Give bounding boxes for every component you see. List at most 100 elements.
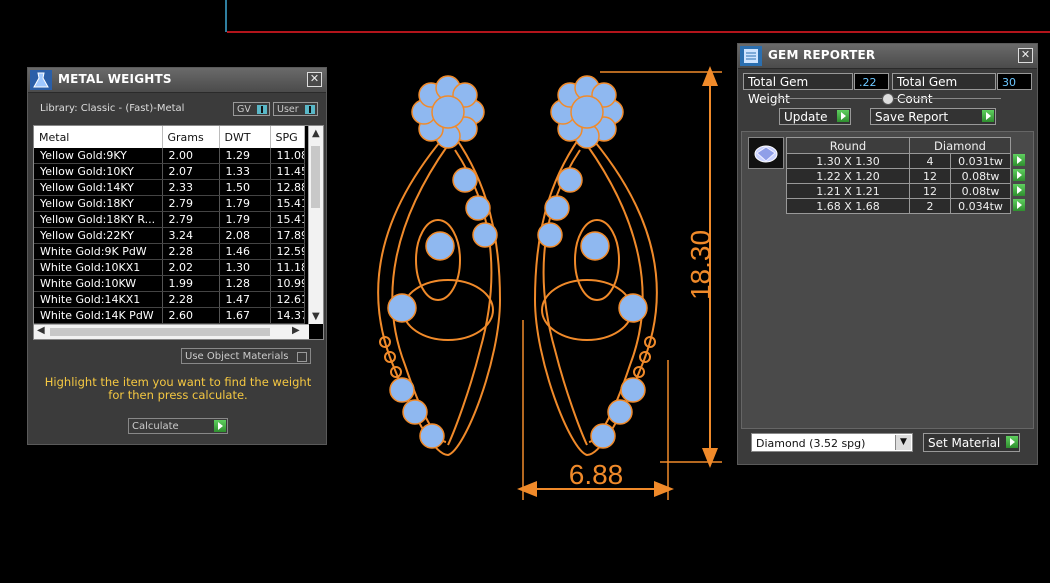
- calculate-button[interactable]: Calculate: [128, 418, 228, 434]
- scrollbar-thumb[interactable]: [50, 328, 270, 336]
- play-arrow-icon[interactable]: [1013, 198, 1026, 211]
- spg-cell: 15.41: [270, 211, 305, 228]
- scroll-down-icon[interactable]: ▼: [312, 311, 320, 323]
- table-row[interactable]: Yellow Gold:22KY3.242.0817.89: [34, 227, 305, 244]
- gv-toggle[interactable]: GV: [233, 102, 270, 116]
- set-material-button[interactable]: Set Material: [923, 433, 1020, 452]
- height-dimension-label: 18.30: [685, 230, 716, 300]
- flask-icon: [30, 70, 52, 90]
- dwt-cell: 1.79: [219, 211, 271, 228]
- gem-stone: [620, 377, 646, 403]
- table-row[interactable]: Yellow Gold:18KY2.791.7915.41: [34, 195, 305, 212]
- play-arrow-icon[interactable]: [1013, 153, 1025, 166]
- gem-row-action[interactable]: [1011, 168, 1028, 184]
- total-gem-weight-value: .22: [854, 73, 889, 90]
- play-arrow-icon[interactable]: [837, 110, 849, 122]
- material-select[interactable]: Diamond (3.52 spg) ▼: [751, 433, 913, 452]
- grams-cell: 2.07: [162, 163, 220, 180]
- gem-table: Round Diamond 1.30 X 1.30 4 0.031tw 1.22 X …: [786, 137, 1028, 214]
- dwt-cell: 1.79: [219, 195, 271, 212]
- total-gem-count-label: Total Gem Count: [892, 73, 996, 106]
- play-arrow-icon[interactable]: [1006, 436, 1018, 448]
- gem-reporter-titlebar[interactable]: GEM REPORTER ✕: [738, 44, 1037, 69]
- table-row[interactable]: White Gold:10KX12.021.3011.18: [34, 259, 305, 276]
- viewport-guide-vertical: [225, 0, 227, 32]
- table-row[interactable]: Yellow Gold:9KY2.001.2911.08: [34, 148, 305, 164]
- column-header-grams[interactable]: Grams: [162, 126, 220, 148]
- spg-cell: 15.41: [270, 195, 305, 212]
- gem-stone: [557, 167, 583, 193]
- set-material-label: Set Material: [928, 436, 1001, 450]
- spg-cell: 14.37: [270, 307, 305, 324]
- table-row[interactable]: Yellow Gold:18KY R...2.791.7915.41: [34, 211, 305, 228]
- table-row[interactable]: Yellow Gold:14KY2.331.5012.88: [34, 179, 305, 196]
- toggle-switch-icon: [305, 105, 315, 114]
- gem-stone: [570, 95, 604, 129]
- gem-row-action[interactable]: [1011, 153, 1028, 169]
- library-label: Library: Classic - (Fast)-Metal: [40, 103, 185, 114]
- calculate-label: Calculate: [132, 421, 179, 432]
- play-arrow-icon[interactable]: [214, 420, 226, 432]
- gem-stone: [425, 231, 455, 261]
- column-header-dwt[interactable]: DWT: [219, 126, 271, 148]
- dwt-cell: 1.33: [219, 163, 271, 180]
- chevron-down-icon[interactable]: ▼: [895, 435, 911, 450]
- scroll-up-icon[interactable]: ▲: [312, 128, 320, 140]
- play-arrow-icon[interactable]: [1013, 168, 1025, 181]
- dwt-cell: 2.08: [219, 227, 271, 244]
- vertical-scrollbar[interactable]: ▲ ▼: [308, 126, 323, 324]
- metal-table[interactable]: Metal Grams DWT SPG Yellow Gold:9KY 2.00 1…: [33, 125, 324, 340]
- dwt-cell: 1.28: [219, 275, 271, 292]
- gem-row[interactable]: 1.22 X 1.20 12 0.08tw: [786, 168, 1028, 184]
- close-icon[interactable]: ✕: [307, 72, 322, 87]
- gem-row-action[interactable]: [1011, 198, 1028, 214]
- metal-weights-panel: METAL WEIGHTS ✕ Library: Classic - (Fast…: [27, 67, 327, 445]
- gem-stone: [431, 95, 465, 129]
- gem-row-action[interactable]: [1011, 183, 1028, 199]
- gem-row[interactable]: 1.68 X 1.68 2 0.034tw: [786, 198, 1028, 214]
- table-row[interactable]: White Gold:10KW1.991.2810.99: [34, 275, 305, 292]
- metal-cell: Yellow Gold:18KY R...: [34, 211, 163, 228]
- material-select-value: Diamond (3.52 spg): [756, 437, 866, 450]
- play-arrow-icon[interactable]: [1013, 183, 1025, 196]
- spg-cell: 11.18: [270, 259, 305, 276]
- gem-stone: [544, 195, 570, 221]
- gem-row[interactable]: 1.30 X 1.30 4 0.031tw: [786, 153, 1028, 169]
- scrollbar-thumb[interactable]: [311, 146, 320, 208]
- scroll-left-icon[interactable]: ◀: [37, 325, 45, 337]
- play-arrow-icon[interactable]: [982, 110, 994, 122]
- gem-stone: [452, 167, 478, 193]
- spg-cell: 17.89: [270, 227, 305, 244]
- column-header-metal[interactable]: Metal: [34, 126, 163, 148]
- gem-stone: [618, 293, 648, 323]
- table-row[interactable]: White Gold:9K PdW2.281.4612.59: [34, 243, 305, 260]
- gem-weight-cell: 0.034tw: [950, 198, 1011, 214]
- spg-cell: 10.99: [270, 275, 305, 292]
- gem-count-cell: 2: [908, 198, 952, 214]
- grams-cell: 3.24: [162, 227, 220, 244]
- column-header-spg[interactable]: SPG: [270, 126, 305, 148]
- user-toggle[interactable]: User: [273, 102, 318, 116]
- scroll-right-icon[interactable]: ▶: [292, 325, 300, 337]
- round-diamond-icon[interactable]: [748, 137, 784, 169]
- gem-stone: [472, 222, 498, 248]
- collapse-handle-icon[interactable]: [882, 93, 894, 105]
- gem-row[interactable]: 1.21 X 1.21 12 0.08tw: [786, 183, 1028, 199]
- earring-outlines: [377, 75, 658, 457]
- gem-size-cell: 1.22 X 1.20: [786, 168, 910, 184]
- metal-weights-title: METAL WEIGHTS: [58, 72, 172, 86]
- close-icon[interactable]: ✕: [1018, 48, 1033, 63]
- checkbox-icon[interactable]: [297, 352, 307, 362]
- spg-cell: 12.88: [270, 179, 305, 196]
- table-row[interactable]: Yellow Gold:10KY2.071.3311.45: [34, 163, 305, 180]
- use-object-materials-checkbox[interactable]: Use Object Materials: [181, 348, 311, 364]
- gv-toggle-label: GV: [237, 104, 251, 115]
- dwt-cell: 1.47: [219, 291, 271, 308]
- save-report-button[interactable]: Save Report: [870, 108, 996, 125]
- gem-list-area: Round Diamond 1.30 X 1.30 4 0.031tw 1.22 X …: [741, 131, 1034, 429]
- table-row[interactable]: White Gold:14K PdW2.601.6714.37: [34, 307, 305, 324]
- update-button[interactable]: Update: [779, 108, 851, 125]
- horizontal-scrollbar[interactable]: ◀ ▶: [34, 324, 309, 339]
- table-row[interactable]: White Gold:14KX12.281.4712.61: [34, 291, 305, 308]
- metal-weights-titlebar[interactable]: METAL WEIGHTS ✕: [28, 68, 326, 93]
